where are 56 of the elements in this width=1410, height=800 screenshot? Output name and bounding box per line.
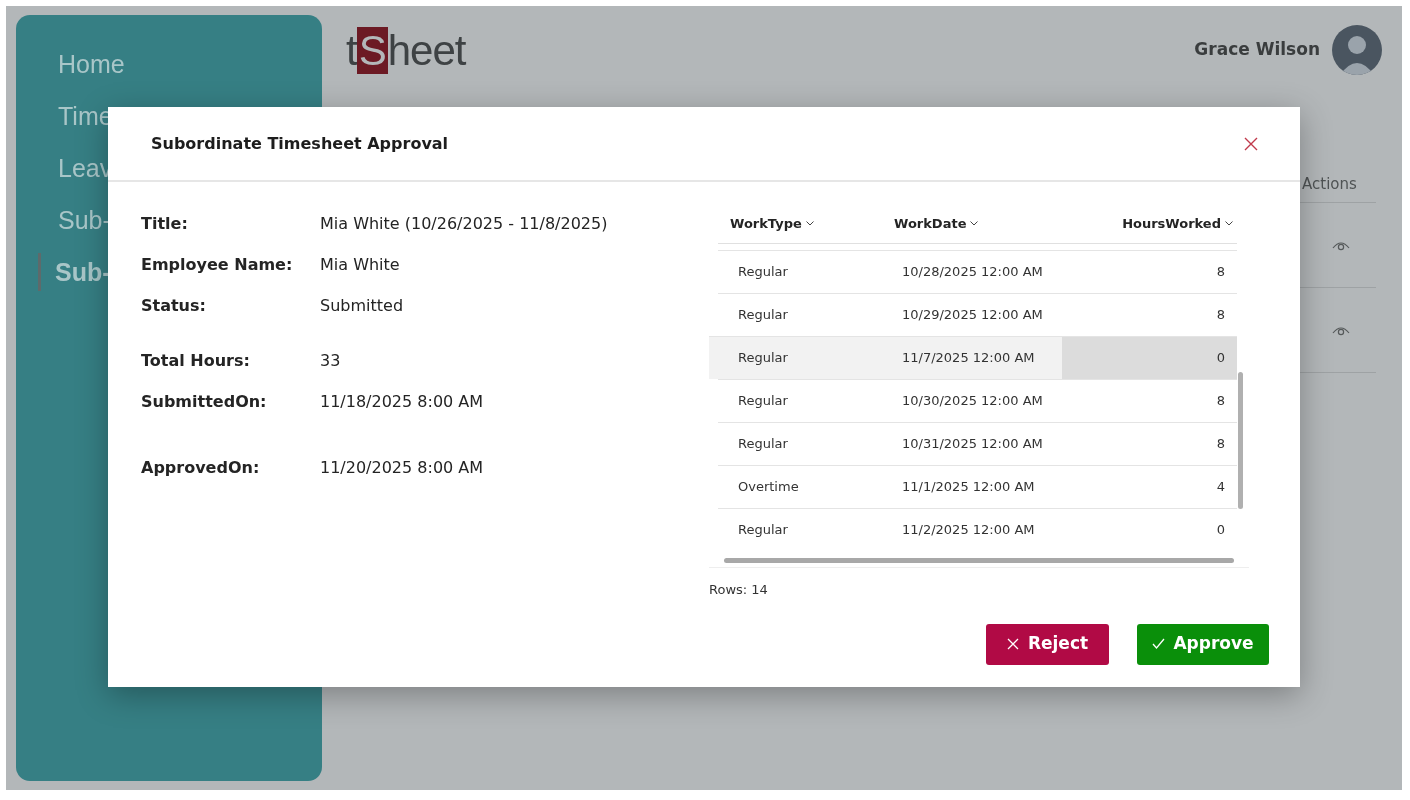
- table-cell-text: Regular: [737, 521, 789, 540]
- table-cell-text: 11/7/2025 12:00 AM: [901, 349, 1036, 368]
- table-cell-text: Regular: [737, 349, 789, 368]
- chevron-down-icon: [805, 220, 814, 226]
- field-label: SubmittedOn:: [141, 391, 268, 413]
- table-row[interactable]: Regular 11/2/2025 12:00 AM 0: [718, 508, 1237, 551]
- tsheet-logo: tSheet: [346, 25, 466, 76]
- field-label: Total Hours:: [141, 350, 251, 372]
- field-label: ApprovedOn:: [141, 457, 261, 479]
- table-row[interactable]: Overtime 11/1/2025 12:00 AM 4: [718, 465, 1237, 508]
- table-cell-text: 4: [1215, 478, 1226, 497]
- chevron-down-icon: [970, 220, 979, 226]
- user-name: Grace Wilson: [1194, 38, 1320, 62]
- column-header[interactable]: WorkType: [718, 213, 890, 233]
- check-icon: [1152, 638, 1166, 650]
- table-cell-text: Regular: [737, 435, 789, 454]
- close-icon: [1006, 638, 1020, 650]
- table-cell-text: 10/30/2025 12:00 AM: [901, 392, 1044, 411]
- table-cell-text: 0: [1215, 521, 1226, 540]
- table-cell-text: Regular: [737, 306, 789, 325]
- field-value: Mia White: [320, 254, 401, 276]
- column-header[interactable]: HoursWorked: [1062, 213, 1237, 233]
- column-header[interactable]: WorkDate: [890, 213, 1062, 233]
- table-cell-text: 8: [1215, 306, 1226, 325]
- field-value: 11/20/2025 8:00 AM: [320, 457, 485, 479]
- row-count: Rows: 14: [709, 581, 769, 599]
- field-value: Mia White (10/26/2025 - 11/8/2025): [320, 213, 609, 235]
- reject-button[interactable]: Reject: [986, 623, 1109, 665]
- approve-button[interactable]: Approve: [1137, 623, 1269, 665]
- table-row[interactable]: Regular 10/28/2025 12:00 AM 8: [718, 250, 1237, 293]
- table-cell-text: Regular: [737, 263, 789, 282]
- table-cell-text: 10/31/2025 12:00 AM: [901, 435, 1044, 454]
- horizontal-scrollbar[interactable]: [724, 558, 1234, 563]
- field-label: Title:: [141, 213, 189, 235]
- table-cell-text: 10/28/2025 12:00 AM: [901, 263, 1044, 282]
- table-cell-text: 10/29/2025 12:00 AM: [901, 306, 1044, 325]
- table-row[interactable]: Regular 10/31/2025 12:00 AM 8: [718, 422, 1237, 465]
- field-value: 11/18/2025 8:00 AM: [320, 391, 485, 413]
- table-cell-text: 11/2/2025 12:00 AM: [901, 521, 1036, 540]
- table-cell-text: 8: [1215, 392, 1226, 411]
- table-row[interactable]: Regular 10/30/2025 12:00 AM 8: [718, 379, 1237, 422]
- table-cell-text: 8: [1215, 263, 1226, 282]
- avatar-icon[interactable]: [1332, 25, 1382, 75]
- table-cell-text: 11/1/2025 12:00 AM: [901, 478, 1036, 497]
- table-cell-text: 8: [1215, 435, 1226, 454]
- vertical-scrollbar[interactable]: [1238, 372, 1243, 509]
- dialog-title: Subordinate Timesheet Approval: [151, 132, 449, 155]
- field-label: Status:: [141, 295, 207, 317]
- table-row[interactable]: Regular 11/7/2025 12:00 AM 0: [709, 336, 1237, 379]
- field-value: Submitted: [320, 295, 405, 317]
- table-cell-text: Regular: [737, 392, 789, 411]
- chevron-down-icon: [1225, 220, 1233, 226]
- field-label: Employee Name:: [141, 254, 294, 276]
- table-cell-text: Overtime: [737, 478, 800, 497]
- table-cell: 0: [1062, 337, 1237, 379]
- field-value: 33: [320, 350, 342, 372]
